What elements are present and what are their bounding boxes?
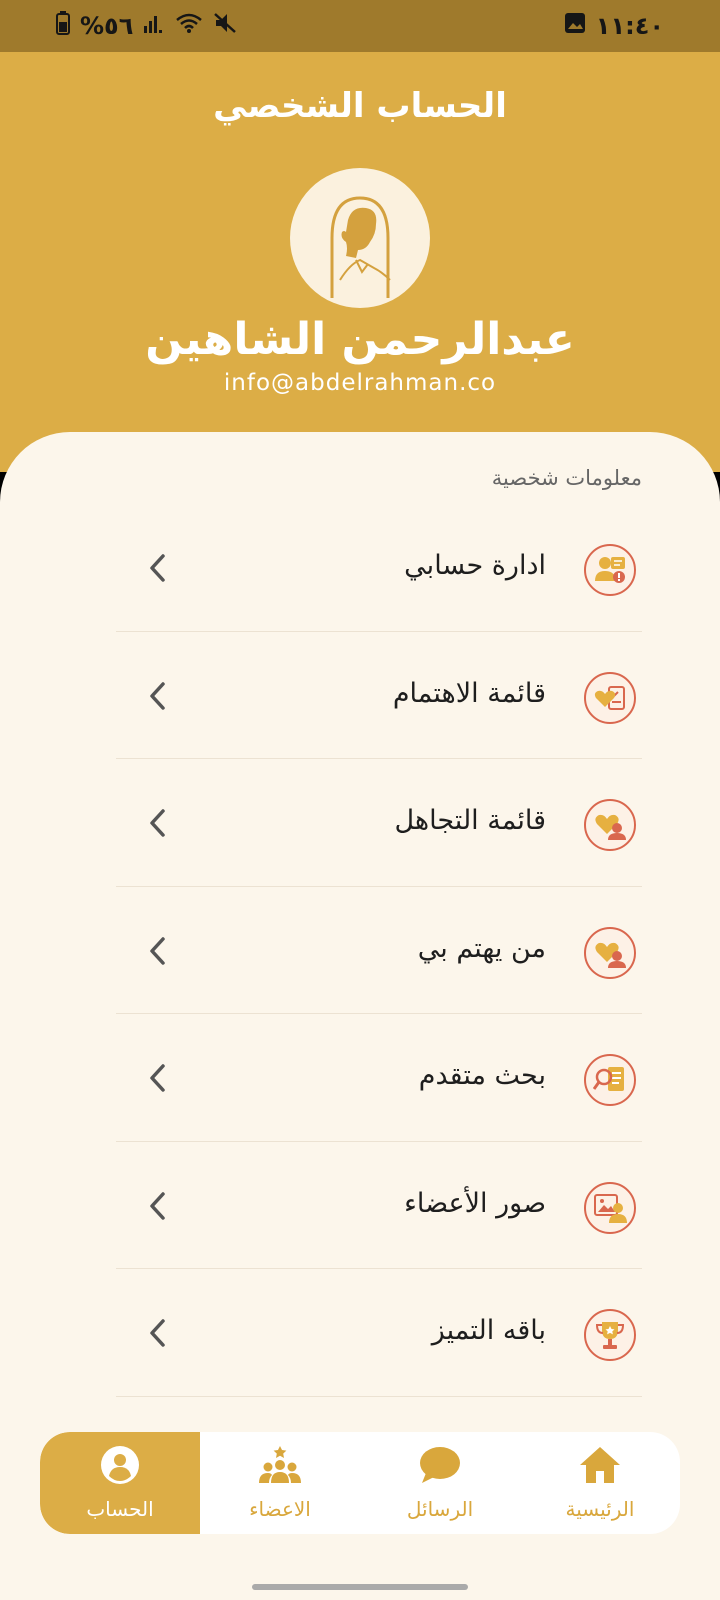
nav-label: الرئيسية bbox=[565, 1497, 635, 1521]
nav-home[interactable]: الرئيسية bbox=[520, 1432, 680, 1534]
chevron-left-icon bbox=[146, 807, 170, 839]
home-indicator[interactable] bbox=[252, 1584, 468, 1590]
battery-icon bbox=[56, 11, 70, 41]
chat-icon bbox=[418, 1445, 462, 1489]
mute-icon bbox=[213, 12, 237, 40]
menu-item-premium-package[interactable]: باقه التميز bbox=[116, 1269, 642, 1397]
person-portrait-icon bbox=[330, 196, 391, 298]
chevron-left-icon bbox=[146, 1062, 170, 1094]
account-icon bbox=[100, 1445, 140, 1489]
chevron-left-icon bbox=[146, 1317, 170, 1349]
menu-label: قائمة الاهتمام bbox=[392, 677, 546, 709]
heart-list-icon bbox=[584, 671, 636, 724]
nav-members[interactable]: الاعضاء bbox=[200, 1432, 360, 1534]
signal-icon bbox=[143, 12, 165, 40]
clock: ١١:٤٠ bbox=[595, 12, 664, 40]
nav-label: الحساب bbox=[86, 1497, 154, 1521]
status-left: %٥٦ bbox=[56, 11, 237, 41]
status-bar: %٥٦ ١١:٤٠ bbox=[0, 0, 720, 52]
bottom-nav: الحساب الاعضاء الرسائل الرئيسية bbox=[40, 1432, 680, 1534]
menu-item-manage-account[interactable]: ادارة حسابي bbox=[116, 504, 642, 632]
nav-messages[interactable]: الرسائل bbox=[360, 1432, 520, 1534]
chevron-left-icon bbox=[146, 552, 170, 584]
home-icon bbox=[578, 1445, 622, 1489]
chevron-left-icon bbox=[146, 1190, 170, 1222]
menu-item-advanced-search[interactable]: بحث متقدم bbox=[116, 1014, 642, 1142]
heart-user-icon bbox=[584, 799, 636, 851]
profile-email: info@abdelrahman.co bbox=[223, 370, 497, 396]
menu-item-ignore-list[interactable]: قائمة التجاهل bbox=[116, 759, 642, 887]
nav-label: الاعضاء bbox=[249, 1497, 311, 1521]
chevron-left-icon bbox=[146, 680, 170, 712]
menu-item-interest-list[interactable]: قائمة الاهتمام bbox=[116, 632, 642, 759]
menu-label: من يهتم بي bbox=[417, 932, 546, 964]
battery-percent: %٥٦ bbox=[80, 12, 134, 40]
heart-user-icon bbox=[584, 926, 636, 979]
avatar[interactable] bbox=[290, 168, 430, 308]
menu-list: ادارة حسابي قائمة الاهتمام قائمة التجاهل bbox=[116, 504, 642, 1397]
menu-label: قائمة التجاهل bbox=[394, 805, 546, 836]
gallery-icon bbox=[564, 12, 586, 40]
nav-account[interactable]: الحساب bbox=[40, 1432, 200, 1534]
menu-item-member-photos[interactable]: صور الأعضاء bbox=[116, 1142, 642, 1269]
profile-header: الحساب الشخصي عبدالرحمن الشاهين info@abd… bbox=[0, 52, 720, 472]
chevron-left-icon bbox=[146, 935, 170, 967]
members-icon bbox=[258, 1445, 302, 1489]
trophy-icon bbox=[584, 1309, 636, 1361]
search-document-icon bbox=[584, 1054, 636, 1106]
menu-item-who-cares[interactable]: من يهتم بي bbox=[116, 887, 642, 1014]
profile-name: عبدالرحمن الشاهين bbox=[145, 314, 575, 365]
menu-label: صور الأعضاء bbox=[404, 1187, 546, 1219]
section-label: معلومات شخصية bbox=[491, 466, 642, 490]
menu-label: ادارة حسابي bbox=[404, 550, 546, 581]
page-title: الحساب الشخصي bbox=[213, 86, 507, 126]
user-alert-icon bbox=[584, 544, 636, 596]
menu-label: بحث متقدم bbox=[418, 1060, 546, 1091]
status-right: ١١:٤٠ bbox=[564, 12, 664, 40]
content-panel: معلومات شخصية ادارة حسابي قائمة الاهتمام bbox=[0, 432, 720, 1600]
nav-label: الرسائل bbox=[406, 1497, 474, 1521]
image-user-icon bbox=[584, 1181, 636, 1234]
wifi-icon bbox=[175, 12, 203, 40]
menu-label: باقه التميز bbox=[431, 1315, 546, 1346]
